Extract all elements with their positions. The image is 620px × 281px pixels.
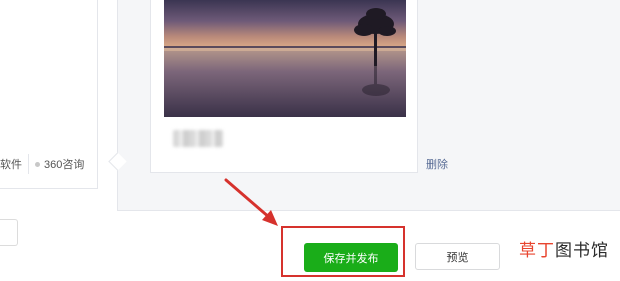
tag-software[interactable]: 软件 (0, 156, 22, 172)
blurred-caption (173, 130, 223, 147)
preview-button[interactable]: 预览 (415, 243, 500, 270)
watermark-part2: 图书馆 (555, 241, 609, 260)
watermark: 草丁图书馆 (519, 236, 609, 261)
delete-link[interactable]: 删除 (426, 156, 448, 172)
tag-dot-icon (35, 161, 40, 167)
left-input-field[interactable] (0, 219, 18, 246)
tag-360-consult-label: 360咨询 (44, 159, 85, 171)
sunset-lake-image (164, 0, 406, 117)
save-and-publish-button[interactable]: 保存并发布 (304, 243, 398, 272)
watermark-part1: 草丁 (519, 241, 555, 260)
tag-360-consult[interactable]: 360咨询 (35, 156, 84, 172)
tag-divider (28, 154, 29, 174)
cover-image[interactable] (164, 0, 406, 117)
left-tag-bar: 软件 360咨询 (0, 150, 97, 178)
